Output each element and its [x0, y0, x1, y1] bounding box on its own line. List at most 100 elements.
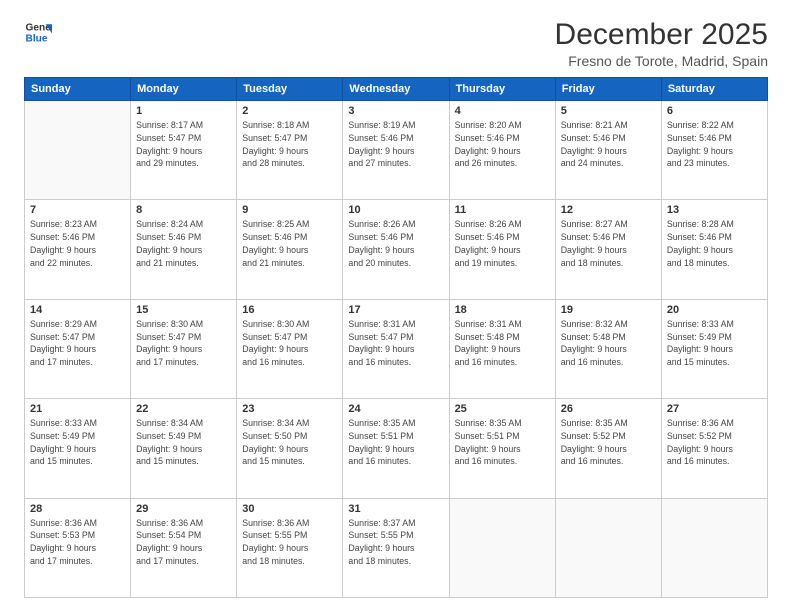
- day-number: 17: [348, 304, 443, 316]
- day-info: Sunrise: 8:27 AM Sunset: 5:46 PM Dayligh…: [561, 218, 656, 269]
- calendar-cell: 25 Sunrise: 8:35 AM Sunset: 5:51 PM Dayli…: [449, 399, 555, 498]
- logo-icon: General Blue: [24, 18, 52, 46]
- svg-text:Blue: Blue: [26, 33, 48, 44]
- day-number: 4: [455, 105, 550, 117]
- day-info: Sunrise: 8:31 AM Sunset: 5:48 PM Dayligh…: [455, 318, 550, 369]
- day-info: Sunrise: 8:33 AM Sunset: 5:49 PM Dayligh…: [667, 318, 762, 369]
- day-number: 31: [348, 503, 443, 515]
- day-info: Sunrise: 8:29 AM Sunset: 5:47 PM Dayligh…: [30, 318, 125, 369]
- day-number: 23: [242, 403, 337, 415]
- calendar-cell: [25, 101, 131, 200]
- day-number: 20: [667, 304, 762, 316]
- weekday-header-friday: Friday: [555, 78, 661, 101]
- calendar-cell: 29 Sunrise: 8:36 AM Sunset: 5:54 PM Dayli…: [131, 498, 237, 597]
- calendar-cell: 7 Sunrise: 8:23 AM Sunset: 5:46 PM Daylig…: [25, 200, 131, 299]
- day-number: 7: [30, 204, 125, 216]
- day-info: Sunrise: 8:20 AM Sunset: 5:46 PM Dayligh…: [455, 119, 550, 170]
- day-number: 16: [242, 304, 337, 316]
- calendar-cell: 4 Sunrise: 8:20 AM Sunset: 5:46 PM Daylig…: [449, 101, 555, 200]
- day-info: Sunrise: 8:18 AM Sunset: 5:47 PM Dayligh…: [242, 119, 337, 170]
- day-number: 12: [561, 204, 656, 216]
- calendar-cell: 1 Sunrise: 8:17 AM Sunset: 5:47 PM Daylig…: [131, 101, 237, 200]
- day-number: 19: [561, 304, 656, 316]
- header: General Blue December 2025 Fresno de Tor…: [24, 18, 768, 69]
- day-number: 14: [30, 304, 125, 316]
- day-number: 30: [242, 503, 337, 515]
- day-info: Sunrise: 8:36 AM Sunset: 5:54 PM Dayligh…: [136, 517, 231, 568]
- calendar-cell: 27Sunrise: 8:36 AM Sunset: 5:52 PM Dayli…: [661, 399, 767, 498]
- calendar-cell: 16 Sunrise: 8:30 AM Sunset: 5:47 PM Dayli…: [237, 299, 343, 398]
- day-info: Sunrise: 8:36 AM Sunset: 5:52 PM Dayligh…: [667, 417, 762, 468]
- day-number: 1: [136, 105, 231, 117]
- calendar-cell: 9 Sunrise: 8:25 AM Sunset: 5:46 PM Daylig…: [237, 200, 343, 299]
- day-info: Sunrise: 8:25 AM Sunset: 5:46 PM Dayligh…: [242, 218, 337, 269]
- day-info: Sunrise: 8:35 AM Sunset: 5:51 PM Dayligh…: [455, 417, 550, 468]
- day-info: Sunrise: 8:35 AM Sunset: 5:51 PM Dayligh…: [348, 417, 443, 468]
- subtitle: Fresno de Torote, Madrid, Spain: [555, 53, 768, 69]
- day-number: 28: [30, 503, 125, 515]
- day-number: 8: [136, 204, 231, 216]
- day-number: 11: [455, 204, 550, 216]
- day-number: 10: [348, 204, 443, 216]
- calendar-cell: 18Sunrise: 8:31 AM Sunset: 5:48 PM Dayli…: [449, 299, 555, 398]
- calendar-cell: [449, 498, 555, 597]
- day-info: Sunrise: 8:37 AM Sunset: 5:55 PM Dayligh…: [348, 517, 443, 568]
- day-info: Sunrise: 8:30 AM Sunset: 5:47 PM Dayligh…: [136, 318, 231, 369]
- calendar-cell: 5 Sunrise: 8:21 AM Sunset: 5:46 PM Daylig…: [555, 101, 661, 200]
- day-info: Sunrise: 8:21 AM Sunset: 5:46 PM Dayligh…: [561, 119, 656, 170]
- calendar-cell: 31 Sunrise: 8:37 AM Sunset: 5:55 PM Dayli…: [343, 498, 449, 597]
- calendar-cell: 21Sunrise: 8:33 AM Sunset: 5:49 PM Dayli…: [25, 399, 131, 498]
- day-info: Sunrise: 8:34 AM Sunset: 5:49 PM Dayligh…: [136, 417, 231, 468]
- day-info: Sunrise: 8:19 AM Sunset: 5:46 PM Dayligh…: [348, 119, 443, 170]
- day-number: 24: [348, 403, 443, 415]
- day-number: 9: [242, 204, 337, 216]
- calendar-table: SundayMondayTuesdayWednesdayThursdayFrid…: [24, 77, 768, 598]
- calendar-cell: 17 Sunrise: 8:31 AM Sunset: 5:47 PM Dayli…: [343, 299, 449, 398]
- calendar-cell: 15 Sunrise: 8:30 AM Sunset: 5:47 PM Dayli…: [131, 299, 237, 398]
- day-number: 15: [136, 304, 231, 316]
- calendar-cell: 2 Sunrise: 8:18 AM Sunset: 5:47 PM Daylig…: [237, 101, 343, 200]
- day-info: Sunrise: 8:30 AM Sunset: 5:47 PM Dayligh…: [242, 318, 337, 369]
- day-number: 21: [30, 403, 125, 415]
- day-number: 5: [561, 105, 656, 117]
- day-info: Sunrise: 8:24 AM Sunset: 5:46 PM Dayligh…: [136, 218, 231, 269]
- calendar-cell: 24 Sunrise: 8:35 AM Sunset: 5:51 PM Dayli…: [343, 399, 449, 498]
- weekday-header-sunday: Sunday: [25, 78, 131, 101]
- calendar-cell: 26 Sunrise: 8:35 AM Sunset: 5:52 PM Dayli…: [555, 399, 661, 498]
- calendar-cell: 12 Sunrise: 8:27 AM Sunset: 5:46 PM Dayli…: [555, 200, 661, 299]
- calendar-cell: [555, 498, 661, 597]
- calendar-cell: 13 Sunrise: 8:28 AM Sunset: 5:46 PM Dayli…: [661, 200, 767, 299]
- day-info: Sunrise: 8:23 AM Sunset: 5:46 PM Dayligh…: [30, 218, 125, 269]
- day-info: Sunrise: 8:26 AM Sunset: 5:46 PM Dayligh…: [455, 218, 550, 269]
- logo: General Blue: [24, 18, 52, 46]
- weekday-header-tuesday: Tuesday: [237, 78, 343, 101]
- day-info: Sunrise: 8:36 AM Sunset: 5:53 PM Dayligh…: [30, 517, 125, 568]
- calendar-cell: 10 Sunrise: 8:26 AM Sunset: 5:46 PM Dayli…: [343, 200, 449, 299]
- calendar-cell: [661, 498, 767, 597]
- day-number: 2: [242, 105, 337, 117]
- calendar-cell: 19 Sunrise: 8:32 AM Sunset: 5:48 PM Dayli…: [555, 299, 661, 398]
- day-info: Sunrise: 8:28 AM Sunset: 5:46 PM Dayligh…: [667, 218, 762, 269]
- title-block: December 2025 Fresno de Torote, Madrid, …: [555, 18, 768, 69]
- day-number: 26: [561, 403, 656, 415]
- day-info: Sunrise: 8:35 AM Sunset: 5:52 PM Dayligh…: [561, 417, 656, 468]
- calendar-cell: 6Sunrise: 8:22 AM Sunset: 5:46 PM Daylig…: [661, 101, 767, 200]
- day-info: Sunrise: 8:31 AM Sunset: 5:47 PM Dayligh…: [348, 318, 443, 369]
- calendar-cell: 28 Sunrise: 8:36 AM Sunset: 5:53 PM Dayli…: [25, 498, 131, 597]
- day-info: Sunrise: 8:36 AM Sunset: 5:55 PM Dayligh…: [242, 517, 337, 568]
- calendar-cell: 30 Sunrise: 8:36 AM Sunset: 5:55 PM Dayli…: [237, 498, 343, 597]
- day-number: 13: [667, 204, 762, 216]
- day-info: Sunrise: 8:26 AM Sunset: 5:46 PM Dayligh…: [348, 218, 443, 269]
- calendar-cell: 22 Sunrise: 8:34 AM Sunset: 5:49 PM Dayli…: [131, 399, 237, 498]
- day-number: 29: [136, 503, 231, 515]
- calendar-cell: 23Sunrise: 8:34 AM Sunset: 5:50 PM Dayli…: [237, 399, 343, 498]
- day-number: 3: [348, 105, 443, 117]
- svg-text:General: General: [26, 22, 52, 33]
- weekday-header-monday: Monday: [131, 78, 237, 101]
- day-number: 22: [136, 403, 231, 415]
- day-info: Sunrise: 8:17 AM Sunset: 5:47 PM Dayligh…: [136, 119, 231, 170]
- weekday-header-wednesday: Wednesday: [343, 78, 449, 101]
- page: General Blue December 2025 Fresno de Tor…: [0, 0, 792, 612]
- day-info: Sunrise: 8:32 AM Sunset: 5:48 PM Dayligh…: [561, 318, 656, 369]
- day-number: 25: [455, 403, 550, 415]
